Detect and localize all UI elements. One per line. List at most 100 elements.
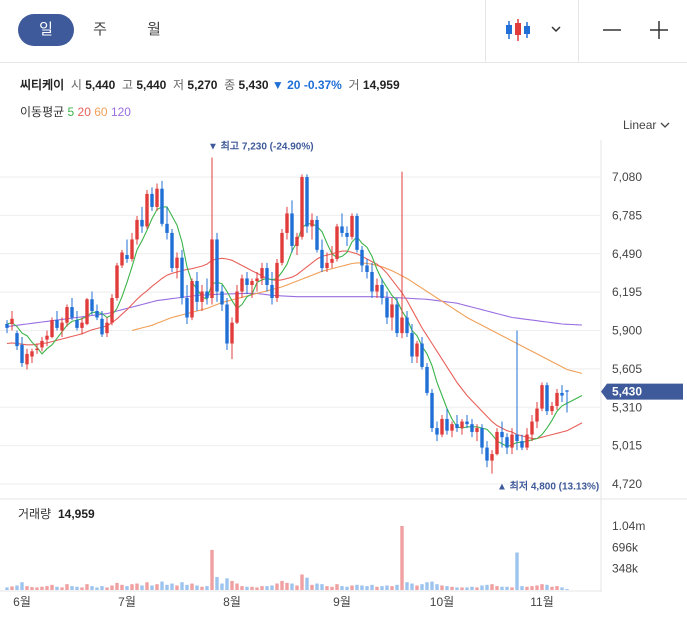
volume-bar[interactable] <box>300 574 304 590</box>
volume-bar[interactable] <box>225 578 229 590</box>
volume-bar[interactable] <box>490 584 494 590</box>
volume-bar[interactable] <box>475 587 479 590</box>
volume-bar[interactable] <box>340 586 344 590</box>
candle-body[interactable] <box>355 216 359 250</box>
volume-bar[interactable] <box>115 582 119 590</box>
candle-body[interactable] <box>340 226 344 233</box>
candle-body[interactable] <box>235 291 239 323</box>
candle-body[interactable] <box>265 268 269 285</box>
volume-bar[interactable] <box>100 586 104 590</box>
candle-body[interactable] <box>260 268 264 279</box>
volume-bar[interactable] <box>310 584 314 590</box>
volume-bar[interactable] <box>270 585 274 590</box>
candle-body[interactable] <box>195 281 199 302</box>
volume-bar[interactable] <box>395 584 399 590</box>
volume-bar[interactable] <box>165 584 169 590</box>
volume-bar[interactable] <box>355 584 359 590</box>
volume-bar[interactable] <box>175 585 179 590</box>
candle-body[interactable] <box>25 353 29 365</box>
candle-body[interactable] <box>525 434 529 448</box>
candle-body[interactable] <box>540 385 544 409</box>
candle-body[interactable] <box>510 434 514 448</box>
candle-body[interactable] <box>225 304 229 344</box>
candle-body[interactable] <box>415 343 419 357</box>
candle-body[interactable] <box>385 297 389 318</box>
candle-body[interactable] <box>80 322 84 328</box>
candle-body[interactable] <box>505 437 509 448</box>
volume-bar[interactable] <box>465 587 469 590</box>
volume-bar[interactable] <box>515 552 519 590</box>
volume-bar[interactable] <box>260 586 264 590</box>
volume-bar[interactable] <box>170 583 174 590</box>
volume-bar[interactable] <box>65 584 69 590</box>
volume-bar[interactable] <box>470 586 474 590</box>
candle-body[interactable] <box>305 177 309 227</box>
volume-bar[interactable] <box>360 585 364 590</box>
candle-body[interactable] <box>270 284 274 298</box>
volume-bar[interactable] <box>125 586 129 590</box>
candle-body[interactable] <box>220 291 224 305</box>
candle-body[interactable] <box>145 193 149 227</box>
volume-bar[interactable] <box>305 577 309 590</box>
volume-bar[interactable] <box>415 585 419 590</box>
candle-body[interactable] <box>280 232 284 263</box>
volume-bar[interactable] <box>315 583 319 590</box>
candle-body[interactable] <box>210 239 214 298</box>
candle-body[interactable] <box>480 428 484 448</box>
volume-bar[interactable] <box>200 586 204 590</box>
candle-body[interactable] <box>15 333 19 347</box>
candle-body[interactable] <box>45 335 49 340</box>
candle-body[interactable] <box>205 291 209 298</box>
volume-bar[interactable] <box>435 584 439 590</box>
volume-bar[interactable] <box>320 584 324 590</box>
candle-body[interactable] <box>255 278 259 282</box>
volume-bar[interactable] <box>245 586 249 590</box>
candle-body[interactable] <box>320 249 324 269</box>
volume-bar[interactable] <box>440 585 444 590</box>
price-chart[interactable]: 7,080 6,785 6,490 6,195 5,900 5,605 5,310 5,015… <box>0 0 687 617</box>
candle-body[interactable] <box>500 431 504 438</box>
candle-body[interactable] <box>440 418 444 435</box>
volume-bar[interactable] <box>565 589 569 590</box>
volume-bar[interactable] <box>190 583 194 590</box>
volume-bar[interactable] <box>540 584 544 590</box>
candle-body[interactable] <box>400 317 404 334</box>
candle-body[interactable] <box>200 291 204 302</box>
volume-bar[interactable] <box>335 584 339 590</box>
volume-bar[interactable] <box>275 583 279 590</box>
volume-bar[interactable] <box>560 587 564 590</box>
candle-body[interactable] <box>395 304 399 334</box>
volume-bar[interactable] <box>345 586 349 590</box>
candle-body[interactable] <box>60 322 64 331</box>
candle-body[interactable] <box>65 307 69 323</box>
candle-body[interactable] <box>285 213 289 233</box>
volume-bar[interactable] <box>400 526 404 590</box>
candle-body[interactable] <box>55 320 59 328</box>
candle-body[interactable] <box>485 447 489 461</box>
candle-body[interactable] <box>50 320 54 338</box>
candle-body[interactable] <box>120 252 124 266</box>
candle-body[interactable] <box>95 310 99 318</box>
volume-bar[interactable] <box>155 584 159 590</box>
volume-bar[interactable] <box>535 585 539 590</box>
candle-body[interactable] <box>410 333 414 357</box>
volume-bar[interactable] <box>350 585 354 590</box>
volume-bar[interactable] <box>95 587 99 590</box>
volume-bar[interactable] <box>445 586 449 590</box>
candle-body[interactable] <box>20 344 24 364</box>
candle-body[interactable] <box>130 239 134 259</box>
volume-bar[interactable] <box>25 586 29 590</box>
volume-bar[interactable] <box>240 586 244 590</box>
candle-body[interactable] <box>555 392 559 406</box>
volume-bar[interactable] <box>160 581 164 590</box>
candle-body[interactable] <box>365 265 369 272</box>
volume-bar[interactable] <box>10 586 14 590</box>
volume-bar[interactable] <box>80 587 84 590</box>
candle-body[interactable] <box>250 281 254 285</box>
volume-bar[interactable] <box>35 587 39 590</box>
candle-body[interactable] <box>75 320 79 328</box>
volume-bar[interactable] <box>105 587 109 590</box>
candle-body[interactable] <box>315 219 319 250</box>
volume-bar[interactable] <box>480 585 484 590</box>
candle-body[interactable] <box>160 188 164 224</box>
